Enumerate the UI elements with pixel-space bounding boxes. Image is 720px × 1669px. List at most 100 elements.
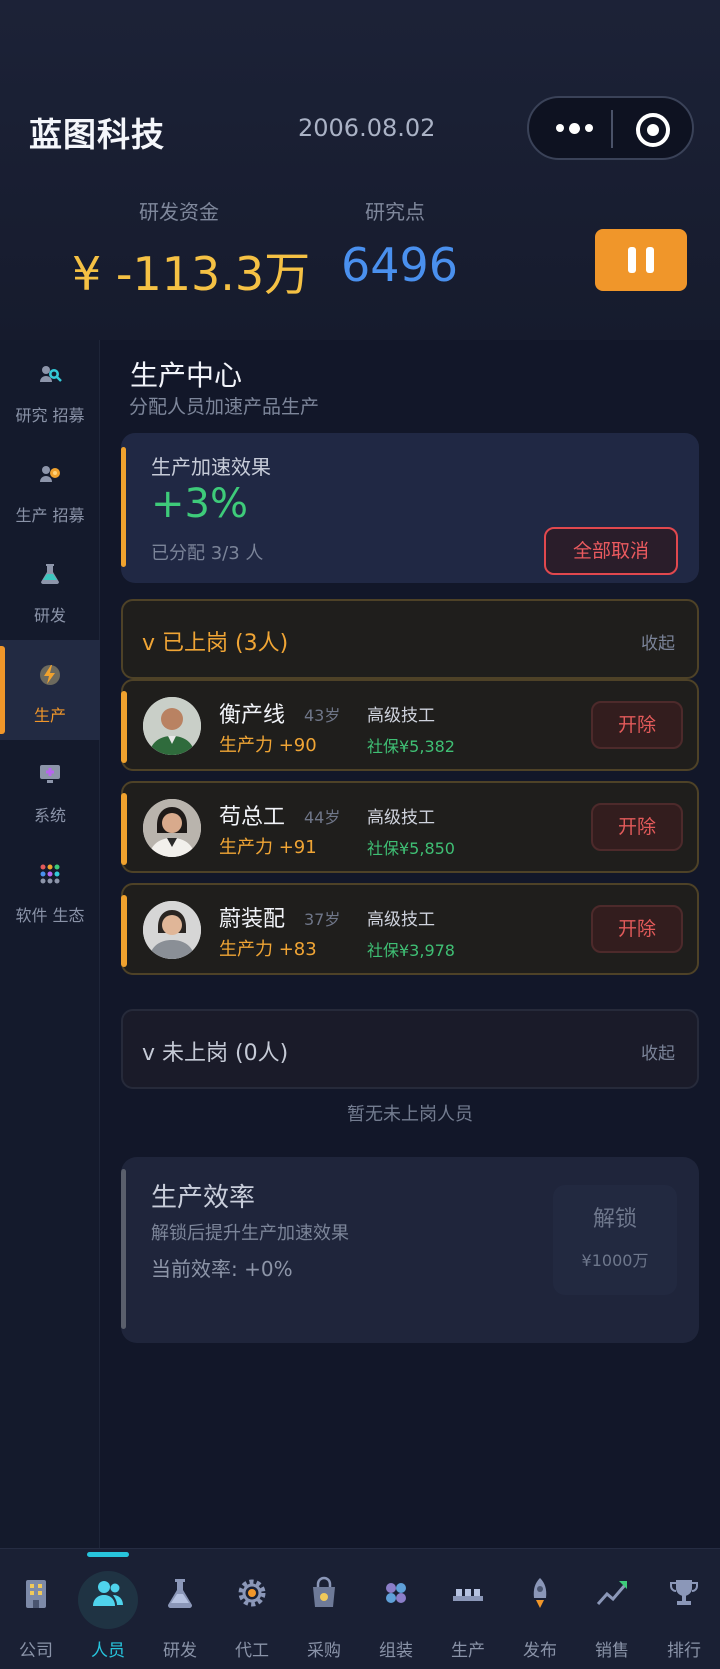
funds-label: 研发资金: [139, 200, 219, 224]
game-date: 2006.08.02: [298, 114, 436, 142]
worker-card: 蔚装配 37岁 高级技工 生产力 +83 社保¥3,978 开除: [121, 883, 699, 975]
mini-program-capsule: [527, 96, 694, 160]
lightning-icon: [40, 665, 60, 685]
capsule-divider: [611, 110, 613, 148]
page-subtitle: 分配人员加速产品生产: [129, 396, 320, 418]
nav-item-production[interactable]: 生产: [432, 1556, 504, 1666]
unlock-label: 解锁: [592, 1207, 637, 1232]
nav-label: 生产: [451, 1641, 485, 1661]
shopping-bag-icon: [313, 1576, 335, 1607]
fire-button[interactable]: 开除: [591, 701, 683, 749]
worker-card: 苟总工 44岁 高级技工 生产力 +91 社保¥5,850 开除: [121, 781, 699, 873]
sidebar: 研究 招募 生产 招募 研发 生产 系统 软件 生态: [0, 340, 100, 1548]
flask-icon: [41, 564, 59, 584]
sidebar-item-rnd[interactable]: 研发: [0, 540, 100, 640]
efficiency-description: 解锁后提升生产加速效果: [151, 1223, 349, 1244]
components-icon: [386, 1583, 406, 1603]
nav-item-foundry[interactable]: 代工: [216, 1556, 288, 1666]
accent-bar: [121, 895, 127, 967]
building-icon: [26, 1580, 46, 1608]
points-label: 研究点: [365, 200, 425, 224]
rocket-icon: [533, 1578, 547, 1608]
nav-item-company[interactable]: 公司: [0, 1556, 72, 1666]
on-duty-collapse[interactable]: 收起: [641, 629, 675, 654]
nav-label: 人员: [91, 1641, 125, 1661]
fire-button[interactable]: 开除: [591, 803, 683, 851]
avatar: [143, 799, 201, 857]
nav-label: 排行: [667, 1641, 701, 1661]
current-efficiency: 当前效率: +0%: [151, 1257, 293, 1281]
trophy-icon: [670, 1580, 698, 1605]
cancel-all-button[interactable]: 全部取消: [544, 527, 678, 575]
nav-label: 销售: [595, 1641, 629, 1661]
worker-age: 44岁: [304, 808, 341, 827]
flask-icon: [168, 1579, 192, 1608]
apps-grid-icon: [40, 864, 60, 884]
worker-title: 高级技工: [367, 808, 435, 828]
nav-label: 采购: [307, 1641, 341, 1661]
nav-label: 代工: [235, 1641, 269, 1661]
pause-icon: [628, 247, 636, 273]
worker-age: 37岁: [304, 910, 341, 929]
efficiency-card: 生产效率 解锁后提升生产加速效果 当前效率: +0% 解锁 ¥1000万: [121, 1157, 699, 1343]
worker-insurance: 社保¥5,850: [367, 839, 455, 858]
boost-value: +3%: [151, 481, 248, 527]
accent-bar: [121, 691, 127, 763]
sidebar-item-research-recruit[interactable]: 研究 招募: [0, 340, 100, 440]
worker-title: 高级技工: [367, 910, 435, 930]
fire-button[interactable]: 开除: [591, 905, 683, 953]
sidebar-item-label: 软件 生态: [15, 906, 85, 925]
worker-name: 蔚装配: [219, 907, 286, 932]
empty-state-text: 暂无未上岗人员: [347, 1104, 473, 1125]
unlock-cost: ¥1000万: [581, 1251, 649, 1270]
nav-item-rnd[interactable]: 研发: [144, 1556, 216, 1666]
sidebar-item-production-recruit[interactable]: 生产 招募: [0, 440, 100, 540]
on-duty-section-header[interactable]: v 已上岗 (3人) 收起: [121, 599, 699, 679]
off-duty-collapse[interactable]: 收起: [641, 1039, 675, 1064]
close-target-icon[interactable]: [636, 113, 670, 147]
sidebar-item-label: 系统: [33, 806, 66, 825]
company-name: 蓝图科技: [29, 115, 165, 154]
people-icon: [93, 1581, 123, 1606]
pause-button[interactable]: [595, 229, 687, 291]
accent-bar: [121, 1169, 126, 1329]
more-icon[interactable]: [549, 114, 599, 142]
sidebar-item-label: 研究 招募: [15, 406, 85, 425]
accent-bar: [121, 793, 127, 865]
off-duty-section-header[interactable]: v 未上岗 (0人) 收起: [121, 1009, 699, 1089]
worker-name: 苟总工: [219, 805, 286, 830]
sidebar-item-production[interactable]: 生产: [0, 640, 100, 740]
worker-age: 43岁: [304, 706, 341, 725]
sidebar-item-system[interactable]: 系统: [0, 740, 100, 840]
nav-item-launch[interactable]: 发布: [504, 1556, 576, 1666]
production-line-icon: [453, 1589, 483, 1601]
avatar: [143, 901, 201, 959]
worker-productivity: 生产力 +91: [219, 837, 317, 858]
worker-insurance: 社保¥5,382: [367, 737, 455, 756]
sidebar-item-software-ecosystem[interactable]: 软件 生态: [0, 840, 100, 940]
worker-productivity: 生产力 +90: [219, 735, 317, 756]
worker-insurance: 社保¥3,978: [367, 941, 455, 960]
worker-productivity: 生产力 +83: [219, 939, 317, 960]
research-recruit-icon: [40, 366, 62, 382]
production-recruit-icon: [40, 466, 60, 482]
worker-name: 衡产线: [219, 703, 286, 728]
nav-item-ranking[interactable]: 排行: [648, 1556, 720, 1666]
page-title: 生产中心: [130, 359, 243, 392]
efficiency-title: 生产效率: [151, 1183, 256, 1213]
unlock-button[interactable]: 解锁 ¥1000万: [553, 1185, 677, 1295]
nav-label: 公司: [19, 1641, 53, 1661]
sidebar-item-label: 生产: [33, 706, 66, 725]
worker-title: 高级技工: [367, 706, 435, 726]
nav-item-staff[interactable]: 人员: [72, 1556, 144, 1666]
assigned-count: 已分配 3/3 人: [151, 543, 264, 564]
accent-bar: [121, 447, 126, 567]
nav-label: 发布: [523, 1641, 557, 1661]
on-duty-title: v 已上岗 (3人): [142, 631, 289, 656]
nav-item-assembly[interactable]: 组装: [360, 1556, 432, 1666]
nav-item-procurement[interactable]: 采购: [288, 1556, 360, 1666]
worker-card: 衡产线 43岁 高级技工 生产力 +90 社保¥5,382 开除: [121, 679, 699, 771]
gear-icon: [238, 1579, 266, 1607]
nav-item-sales[interactable]: 销售: [576, 1556, 648, 1666]
off-duty-title: v 未上岗 (0人): [142, 1041, 289, 1066]
